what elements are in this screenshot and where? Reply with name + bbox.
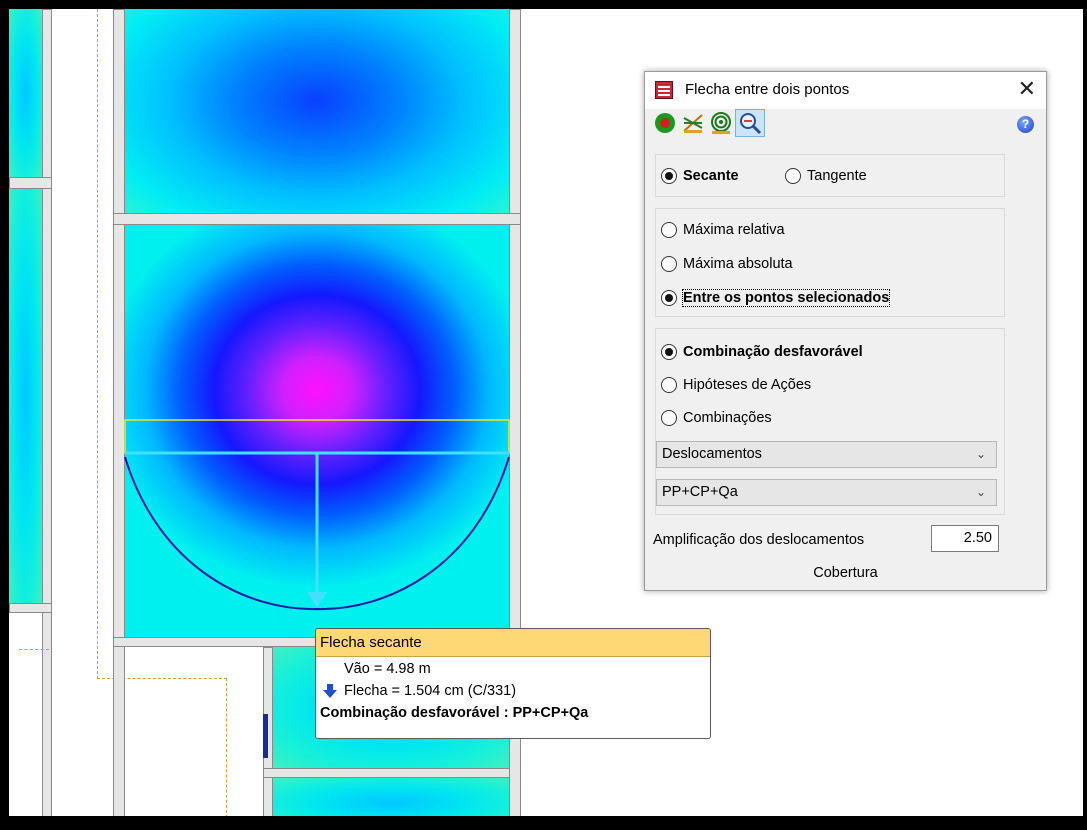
deformed-shape-icon[interactable]	[681, 111, 705, 135]
radio-button-hipoteses[interactable]	[661, 377, 677, 393]
radio-combinacoes-label: Combinações	[683, 410, 772, 426]
radio-hipoteses-label: Hipóteses de Ações	[683, 377, 812, 393]
radio-combinacao-desfavoravel-label: Combinação desfavorável	[683, 344, 863, 360]
radio-button-tangente[interactable]	[785, 168, 801, 184]
beam-h-lower	[263, 768, 521, 778]
radio-button-combinacoes[interactable]	[661, 410, 677, 426]
zoom-select-button[interactable]	[735, 109, 765, 137]
floor-name: Cobertura	[813, 565, 878, 581]
close-icon[interactable]: ✕	[1018, 76, 1036, 102]
amplification-input[interactable]: 2.50	[931, 525, 999, 552]
dialog-title: Flecha entre dois pontos	[685, 81, 850, 98]
app-icon	[655, 81, 673, 99]
help-icon[interactable]: ?	[1017, 116, 1034, 133]
radio-tangente-label: Tangente	[807, 168, 867, 184]
deflection-tooltip: Flecha secante Vão = 4.98 m Flecha = 1.5…	[315, 628, 711, 739]
radio-maxima-relativa[interactable]: Máxima relativa	[661, 219, 785, 241]
deflection-dialog: Flecha entre dois pontos ✕ ? Secante Tan…	[644, 71, 1047, 591]
view-color-icon[interactable]	[653, 111, 677, 135]
selection-band	[124, 419, 510, 454]
dialog-toolbar: ?	[645, 109, 1046, 141]
radio-entre-pontos[interactable]: Entre os pontos selecionados	[661, 287, 891, 309]
combination-select[interactable]: PP+CP+Qa ⌄	[656, 479, 997, 506]
result-type-value: Deslocamentos	[662, 446, 762, 462]
radio-entre-pontos-label: Entre os pontos selecionados	[681, 289, 891, 307]
combination-value: PP+CP+Qa	[662, 484, 738, 500]
dialog-titlebar[interactable]: Flecha entre dois pontos ✕	[645, 72, 1046, 109]
arrow-down-icon	[323, 684, 337, 698]
radio-combinacoes[interactable]: Combinações	[661, 407, 772, 429]
dashed-line-h2	[19, 649, 49, 650]
radio-hipoteses[interactable]: Hipóteses de Ações	[661, 374, 811, 396]
amplification-label: Amplificação dos deslocamentos	[653, 532, 865, 548]
result-type-select[interactable]: Deslocamentos ⌄	[656, 441, 997, 468]
slab-lower-2	[273, 778, 509, 816]
radio-combinacao-desfavoravel[interactable]: Combinação desfavorável	[661, 341, 863, 363]
deflection-overlay	[124, 419, 510, 611]
radio-button-maxima-relativa[interactable]	[661, 222, 677, 238]
radio-button-maxima-absoluta[interactable]	[661, 256, 677, 272]
radio-button-entre-pontos[interactable]	[661, 290, 677, 306]
tooltip-combination: Combinação desfavorável : PP+CP+Qa	[320, 705, 589, 721]
max-deflection-arrow	[307, 592, 327, 608]
dashed-line-v2	[226, 678, 227, 816]
tooltip-span: Vão = 4.98 m	[344, 661, 431, 677]
chevron-down-icon: ⌄	[975, 485, 986, 499]
chevron-down-icon: ⌄	[975, 447, 986, 461]
radio-button-combinacao-desfavoravel[interactable]	[661, 344, 677, 360]
radio-tangente[interactable]: Tangente	[785, 165, 867, 187]
selected-element-marker	[263, 714, 268, 758]
contour-icon[interactable]	[709, 111, 733, 135]
tooltip-deflection-row: Flecha = 1.504 cm (C/331)	[316, 680, 710, 702]
tooltip-title: Flecha secante	[316, 629, 710, 657]
radio-button-secante[interactable]	[661, 168, 677, 184]
radio-secante[interactable]: Secante	[661, 165, 739, 187]
tooltip-deflection: Flecha = 1.504 cm (C/331)	[344, 683, 517, 699]
radio-maxima-absoluta[interactable]: Máxima absoluta	[661, 253, 793, 275]
radio-maxima-relativa-label: Máxima relativa	[683, 222, 785, 238]
radio-secante-label: Secante	[683, 168, 739, 184]
radio-maxima-absoluta-label: Máxima absoluta	[683, 256, 793, 272]
zoom-select-icon	[740, 113, 762, 135]
